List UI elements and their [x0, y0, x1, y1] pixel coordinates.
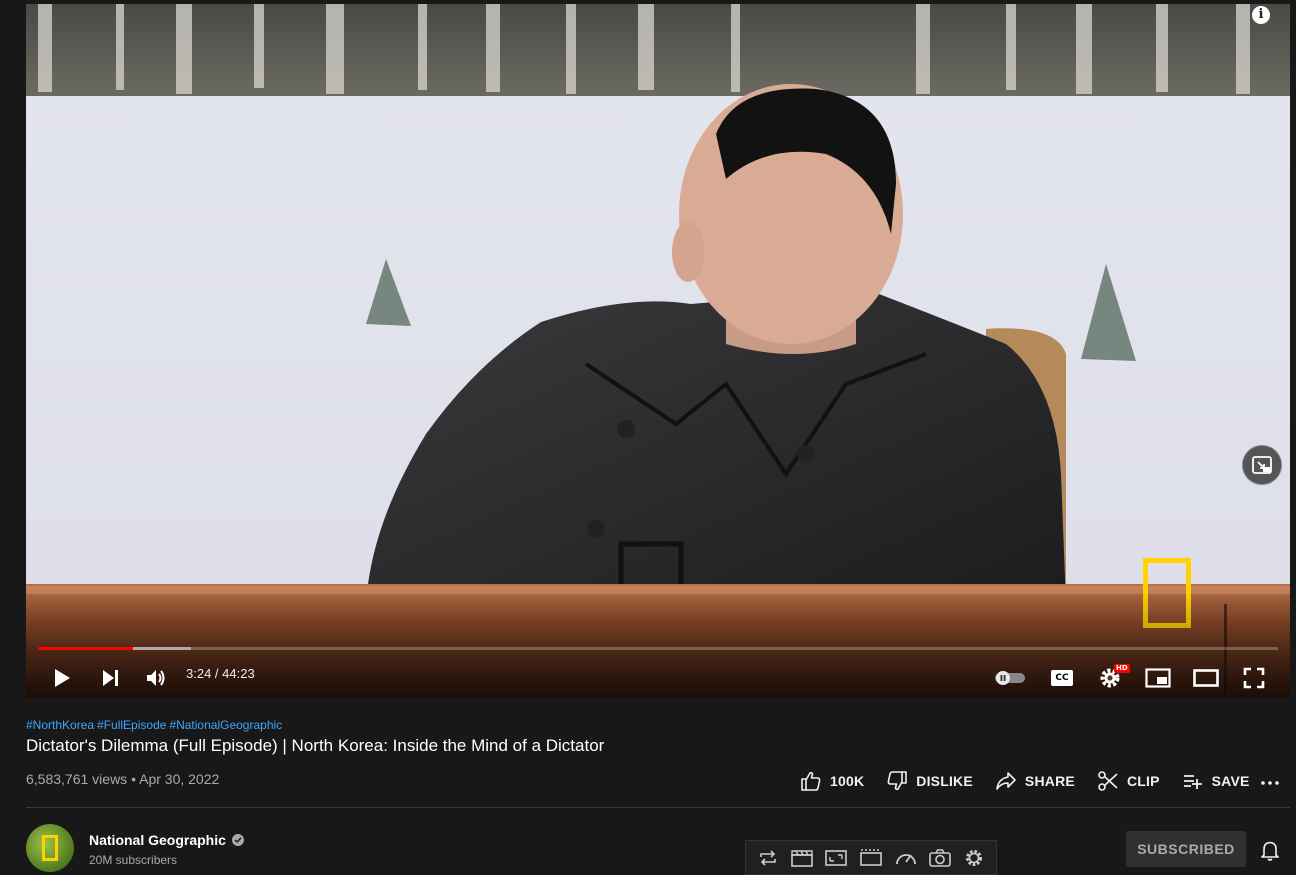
progress-bar[interactable] [38, 647, 1278, 650]
cinema-icon[interactable] [859, 848, 883, 868]
hashtag-link[interactable]: #FullEpisode [97, 718, 166, 732]
playlist-add-icon [1183, 775, 1202, 789]
subscriber-count: 20M subscribers [89, 853, 178, 867]
share-icon [996, 772, 1016, 790]
channel-name-row: National Geographic [89, 832, 244, 848]
camera-icon[interactable] [928, 848, 952, 868]
hd-badge: HD [1114, 664, 1130, 673]
gear-icon[interactable] [963, 848, 985, 868]
play-icon [55, 669, 70, 687]
theater-button[interactable] [1188, 660, 1224, 696]
loop-icon[interactable] [757, 848, 779, 868]
section-divider [26, 807, 1290, 808]
like-count: 100K [830, 773, 865, 789]
notification-bell-icon[interactable] [1258, 838, 1282, 862]
hashtag-link[interactable]: #NorthKorea [26, 718, 94, 732]
speedometer-icon[interactable] [894, 848, 918, 868]
like-button[interactable]: 100K [800, 770, 864, 792]
more-horizontal-icon[interactable] [1258, 772, 1282, 792]
clapperboard-icon[interactable] [790, 848, 814, 868]
action-bar: 100K DISLIKE SHARE CLIP SAVE [800, 766, 1272, 796]
subscribed-button[interactable]: SUBSCRIBED [1126, 831, 1246, 867]
minimize-icon[interactable] [1242, 445, 1282, 485]
share-button[interactable]: SHARE [995, 770, 1075, 792]
meta-separator: • [131, 771, 136, 787]
upload-date: Apr 30, 2022 [139, 771, 220, 787]
dislike-label: DISLIKE [916, 773, 973, 789]
verified-icon [231, 834, 244, 846]
national-geographic-logo [42, 835, 58, 861]
volume-icon [147, 670, 165, 686]
autoplay-toggle-icon [995, 671, 1025, 685]
next-button[interactable] [94, 660, 126, 696]
fullscreen-icon [1243, 667, 1265, 689]
hashtags: #NorthKorea #FullEpisode #NationalGeograph… [26, 718, 285, 732]
video-player[interactable]: i 3:24 / 44:23 CC HD [26, 4, 1290, 698]
time-separator: / [211, 666, 223, 681]
view-count: 6,583,761 views [26, 771, 128, 787]
play-button[interactable] [46, 660, 78, 696]
share-label: SHARE [1024, 773, 1075, 789]
progress-played [38, 647, 134, 650]
miniplayer-button[interactable] [1140, 660, 1176, 696]
extension-toolbar [745, 840, 997, 875]
clip-label: CLIP [1126, 773, 1160, 789]
duration: 44:23 [222, 666, 255, 681]
channel-avatar[interactable] [26, 824, 74, 872]
thumbs-up-icon [801, 771, 821, 791]
time-display: 3:24 / 44:23 [186, 666, 255, 682]
next-icon [103, 670, 118, 686]
captions-button[interactable]: CC [1044, 660, 1080, 696]
hashtag-link[interactable]: #NationalGeographic [169, 718, 282, 732]
screen-resize-icon[interactable] [824, 848, 848, 868]
dislike-button[interactable]: DISLIKE [886, 770, 973, 792]
volume-button[interactable] [140, 660, 172, 696]
save-label: SAVE [1211, 773, 1250, 789]
info-icon[interactable]: i [1252, 6, 1270, 24]
video-meta: 6,583,761 views • Apr 30, 2022 [26, 771, 219, 787]
clip-button[interactable]: CLIP [1097, 770, 1160, 792]
fullscreen-button[interactable] [1236, 660, 1272, 696]
scissors-icon [1098, 771, 1118, 791]
current-time: 3:24 [186, 666, 212, 681]
captions-label: CC [1055, 673, 1069, 683]
miniplayer-icon [1145, 668, 1171, 688]
thumbs-down-icon [887, 771, 908, 791]
theater-icon [1193, 669, 1219, 687]
autoplay-toggle[interactable] [990, 660, 1030, 696]
settings-button[interactable]: HD [1092, 660, 1130, 696]
save-button[interactable]: SAVE [1182, 770, 1250, 792]
video-title: Dictator's Dilemma (Full Episode) | Nort… [26, 736, 605, 755]
channel-name[interactable]: National Geographic [89, 832, 226, 848]
